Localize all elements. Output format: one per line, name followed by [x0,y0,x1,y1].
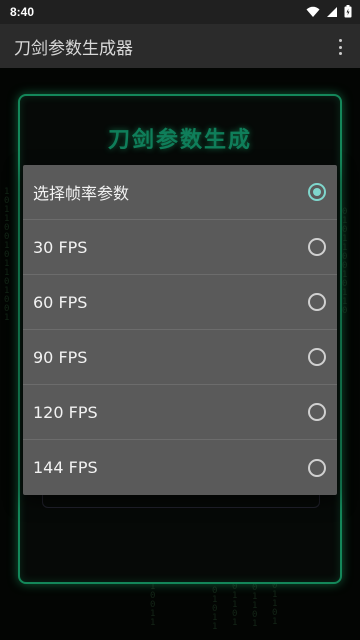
fps-option-144[interactable]: 144 FPS [23,440,337,495]
fps-option-label: 144 FPS [33,458,98,477]
status-bar: 8:40 [0,0,360,24]
status-time: 8:40 [10,5,35,19]
radio-unchecked-icon[interactable] [308,403,326,421]
dialog-title-row[interactable]: 选择帧率参数 [23,165,337,220]
radio-unchecked-icon[interactable] [308,348,326,366]
app-title: 刀剑参数生成器 [14,38,133,59]
radio-unchecked-icon[interactable] [308,238,326,256]
radio-unchecked-icon[interactable] [308,458,326,477]
fps-option-label: 90 FPS [33,347,88,367]
fps-option-label: 60 FPS [33,292,88,312]
fps-option-120[interactable]: 120 FPS [23,385,337,440]
fps-option-label: 120 FPS [33,402,98,422]
fps-option-90[interactable]: 90 FPS [23,330,337,385]
radio-checked-icon[interactable] [308,183,326,201]
fps-dialog: 选择帧率参数 30 FPS 60 FPS 90 FPS 120 FPS 144 … [23,165,337,495]
battery-icon [344,3,352,22]
status-icons [306,3,352,22]
fps-option-30[interactable]: 30 FPS [23,220,337,275]
wifi-icon [306,3,320,22]
dialog-title: 选择帧率参数 [33,184,130,203]
signal-icon [326,3,338,22]
radio-unchecked-icon[interactable] [308,293,326,311]
app-bar: 刀剑参数生成器 [0,24,360,68]
fps-option-60[interactable]: 60 FPS [23,275,337,330]
more-vert-icon[interactable] [330,36,350,58]
fps-option-label: 30 FPS [33,237,88,257]
